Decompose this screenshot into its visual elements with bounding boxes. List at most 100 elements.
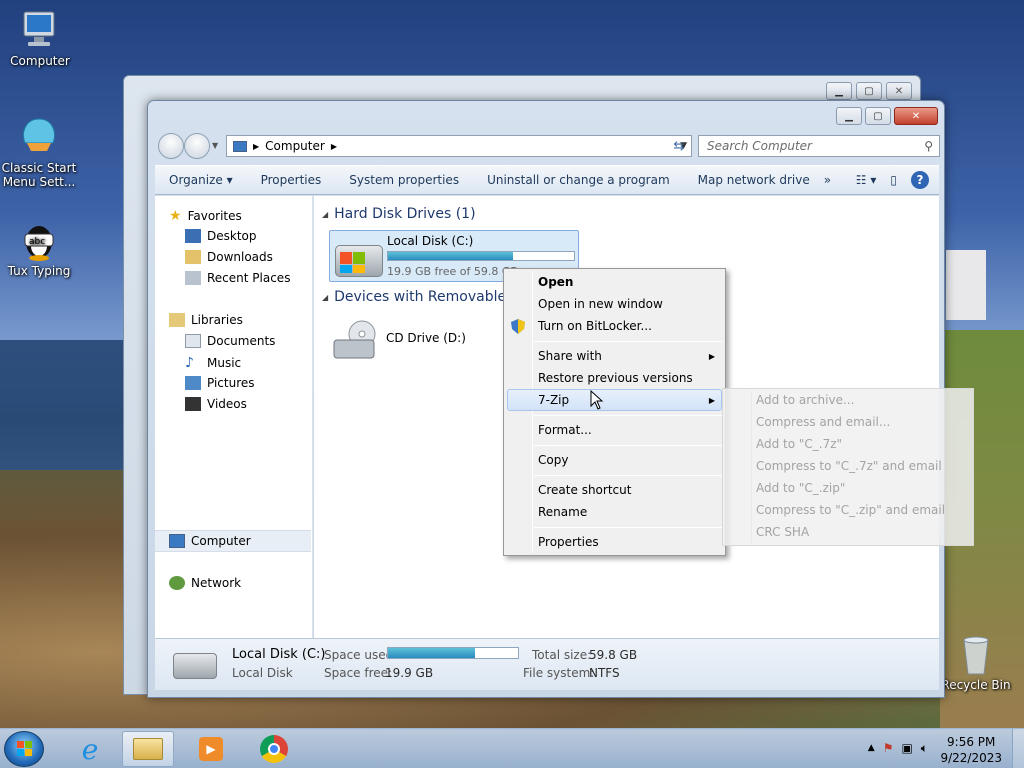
breadcrumb-separator-icon[interactable]: ▶ xyxy=(253,142,259,151)
maximize-button[interactable]: ▢ xyxy=(865,107,891,125)
submenu-compress-7z-email[interactable]: Compress to "C_.7z" and email xyxy=(756,459,942,473)
submenu-add-to-archive[interactable]: Add to archive... xyxy=(756,393,854,407)
group-title: Devices with Removable xyxy=(334,289,507,305)
menu-item-rename[interactable]: Rename xyxy=(538,505,587,519)
group-removable-devices[interactable]: ◢ Devices with Removable xyxy=(322,289,506,305)
minimize-icon[interactable]: ▁ xyxy=(826,82,852,100)
drive-c-usage-bar xyxy=(387,251,575,261)
details-drive-icon xyxy=(173,653,217,679)
computer-icon xyxy=(18,8,62,52)
submenu-arrow-icon: ▶ xyxy=(708,396,715,405)
nav-label: Music xyxy=(207,356,242,370)
mouse-cursor-icon xyxy=(590,389,604,413)
network-status-icon[interactable]: ▣ xyxy=(901,741,912,756)
recent-pages-icon[interactable]: ▼ xyxy=(212,141,218,150)
nav-label: Pictures xyxy=(207,376,255,390)
submenu-compress-email[interactable]: Compress and email... xyxy=(756,415,890,429)
uninstall-program-button[interactable]: Uninstall or change a program xyxy=(473,173,684,187)
menu-item-7zip[interactable]: 7-Zip xyxy=(538,393,569,407)
search-placeholder: Search Computer xyxy=(707,139,812,153)
desktop-icon-recycle-bin[interactable]: Recycle Bin xyxy=(938,632,1014,692)
menu-item-format[interactable]: Format... xyxy=(538,423,592,437)
nav-documents[interactable]: Documents xyxy=(185,334,275,348)
search-icon[interactable]: ⚲ xyxy=(924,139,933,153)
desktop-icon-classic-start[interactable]: Classic Start Menu Sett... xyxy=(1,115,77,189)
close-button[interactable]: ✕ xyxy=(894,107,938,125)
music-icon: ♪ xyxy=(185,355,194,371)
submenu-add-zip[interactable]: Add to "C_.zip" xyxy=(756,481,845,495)
menu-item-open[interactable]: Open xyxy=(538,275,573,289)
space-free-label: Space free: xyxy=(324,666,393,680)
nav-pictures[interactable]: Pictures xyxy=(185,376,255,390)
drive-d-tile[interactable]: CD Drive (D:) xyxy=(329,316,479,364)
breadcrumb-computer[interactable]: Computer xyxy=(265,139,325,153)
more-commands-button[interactable]: » xyxy=(824,173,831,187)
show-desktop-button[interactable] xyxy=(1012,729,1024,768)
nav-libraries[interactable]: Libraries xyxy=(169,313,243,327)
volume-muted-icon[interactable]: 🔈︎ xyxy=(921,741,928,756)
menu-item-properties[interactable]: Properties xyxy=(538,535,599,549)
menu-item-copy[interactable]: Copy xyxy=(538,453,568,467)
menu-item-create-shortcut[interactable]: Create shortcut xyxy=(538,483,631,497)
breadcrumb-separator-icon[interactable]: ▶ xyxy=(331,142,337,151)
group-hard-disk-drives[interactable]: ◢ Hard Disk Drives (1) xyxy=(322,206,476,222)
nav-music[interactable]: ♪ Music xyxy=(185,355,241,371)
refresh-icon[interactable]: ⇆ xyxy=(668,135,690,157)
help-icon[interactable]: ? xyxy=(911,171,929,189)
taskbar: e ▶ ▲ ⚑ ▣ 🔈︎ 9:56 PM 9/22/2023 xyxy=(0,728,1024,768)
back-button[interactable] xyxy=(158,133,184,159)
change-view-icon[interactable]: ☷ ▾ xyxy=(856,173,877,187)
desktop-icon-label: Recycle Bin xyxy=(941,678,1011,692)
forward-button[interactable] xyxy=(184,133,210,159)
pictures-icon xyxy=(185,376,201,390)
hard-drive-icon xyxy=(335,245,383,277)
menu-item-share-with[interactable]: Share with xyxy=(538,349,602,363)
menu-item-restore-versions[interactable]: Restore previous versions xyxy=(538,371,693,385)
menu-item-bitlocker[interactable]: Turn on BitLocker... xyxy=(538,319,652,333)
nav-favorites[interactable]: ★ Favorites xyxy=(169,208,242,224)
details-title: Local Disk (C:) xyxy=(232,647,326,662)
collapse-icon[interactable]: ◢ xyxy=(322,210,328,219)
folder-icon xyxy=(133,738,163,760)
drive-d-name: CD Drive (D:) xyxy=(386,331,466,345)
minimize-button[interactable]: ▁ xyxy=(836,107,862,125)
desktop-icon-label: Classic Start Menu Sett... xyxy=(1,161,77,189)
computer-icon xyxy=(169,534,185,548)
taskbar-chrome[interactable] xyxy=(248,731,300,767)
nav-network[interactable]: Network xyxy=(169,576,241,590)
map-network-drive-button[interactable]: Map network drive xyxy=(684,173,824,187)
taskbar-internet-explorer[interactable]: e xyxy=(64,731,116,767)
submenu-crc-sha[interactable]: CRC SHA xyxy=(756,525,809,539)
taskbar-windows-explorer[interactable] xyxy=(122,731,174,767)
nav-desktop[interactable]: Desktop xyxy=(185,229,257,243)
clock[interactable]: 9:56 PM 9/22/2023 xyxy=(940,734,1002,766)
desktop-icon-tux-typing[interactable]: abc Tux Typing xyxy=(1,218,77,278)
submenu-add-7z[interactable]: Add to "C_.7z" xyxy=(756,437,842,451)
submenu-compress-zip-email[interactable]: Compress to "C_.zip" and email xyxy=(756,503,945,517)
nav-computer[interactable]: Computer xyxy=(169,534,251,548)
address-bar[interactable]: ▶ Computer ▶ ▼ xyxy=(226,135,692,157)
space-free-value: 19.9 GB xyxy=(385,666,434,680)
close-icon[interactable]: ✕ xyxy=(886,82,912,100)
nav-recent-places[interactable]: Recent Places xyxy=(185,271,290,285)
show-hidden-icons-icon[interactable]: ▲ xyxy=(868,743,875,756)
menu-item-open-new-window[interactable]: Open in new window xyxy=(538,297,663,311)
shell-icon xyxy=(17,115,61,159)
maximize-icon[interactable]: ▢ xyxy=(856,82,882,100)
system-properties-button[interactable]: System properties xyxy=(335,173,473,187)
action-center-icon[interactable]: ⚑ xyxy=(883,741,894,756)
recent-places-icon xyxy=(185,271,201,285)
properties-button[interactable]: Properties xyxy=(247,173,336,187)
collapse-icon[interactable]: ◢ xyxy=(322,293,328,302)
organize-button[interactable]: Organize ▾ xyxy=(155,173,247,187)
tux-icon: abc xyxy=(17,218,61,262)
nav-downloads[interactable]: Downloads xyxy=(185,250,273,264)
submenu-arrow-icon: ▶ xyxy=(708,352,715,361)
system-tray: ▲ ⚑ ▣ 🔈︎ xyxy=(868,741,928,756)
taskbar-media-player[interactable]: ▶ xyxy=(185,731,237,767)
start-button[interactable] xyxy=(4,731,44,767)
search-input[interactable]: Search Computer ⚲ xyxy=(698,135,940,157)
preview-pane-icon[interactable]: ▯ xyxy=(890,173,897,187)
nav-videos[interactable]: Videos xyxy=(185,397,247,411)
desktop-icon-computer[interactable]: Computer xyxy=(2,8,78,68)
